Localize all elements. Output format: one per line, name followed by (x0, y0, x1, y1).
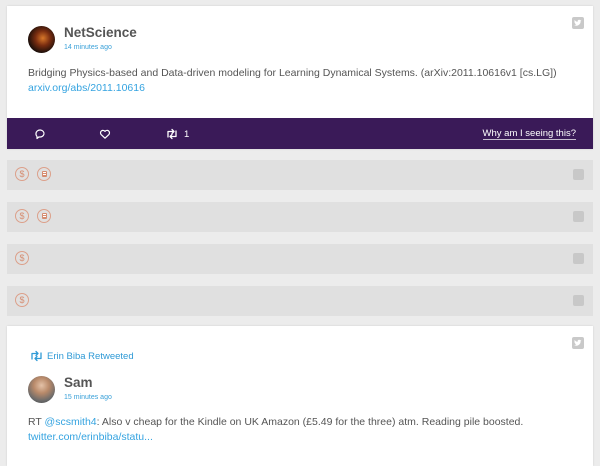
twitter-bird-icon (573, 169, 584, 180)
collapsed-tweet-row[interactable]: $ (7, 286, 593, 316)
twitter-bird-icon (572, 337, 584, 349)
tweet-body-prefix: RT (28, 416, 45, 428)
tweet-action-bar: 1 Why am I seeing this? (7, 118, 593, 149)
tweet-text: RT @scsmith4: Also v cheap for the Kindl… (28, 415, 573, 445)
avatar[interactable] (28, 25, 55, 53)
retweet-button[interactable]: 1 (165, 127, 189, 141)
document-icon (37, 167, 51, 181)
tweet-body: : Also v cheap for the Kindle on UK Amaz… (96, 416, 524, 428)
dollar-icon: $ (15, 167, 29, 181)
collapsed-tweet-row[interactable]: $ (7, 160, 593, 190)
why-am-i-seeing-this-link[interactable]: Why am I seeing this? (482, 128, 576, 140)
avatar[interactable] (28, 375, 55, 403)
retweeted-by-label: Erin Biba Retweeted (47, 350, 134, 362)
heart-icon (99, 129, 111, 139)
twitter-bird-icon (573, 253, 584, 264)
tweet-body: Bridging Physics-based and Data-driven m… (28, 67, 557, 79)
retweeted-by[interactable]: Erin Biba Retweeted (29, 350, 134, 362)
mention-link[interactable]: @scsmith4 (45, 416, 97, 428)
tweet-timestamp[interactable]: 14 minutes ago (64, 43, 137, 53)
retweet-count: 1 (184, 128, 190, 140)
dollar-icon: $ (15, 293, 29, 307)
tweet-author[interactable]: Sam 15 minutes ago (28, 375, 112, 403)
reply-button[interactable] (34, 127, 46, 141)
reply-icon (35, 129, 45, 140)
dollar-icon: $ (15, 251, 29, 265)
twitter-bird-icon (573, 295, 584, 306)
tweet-card: NetScience 14 minutes ago Bridging Physi… (7, 6, 593, 149)
collapsed-tweet-row[interactable]: $ (7, 244, 593, 274)
retweet-icon (31, 350, 42, 362)
like-button[interactable] (99, 127, 111, 141)
author-name[interactable]: NetScience (64, 25, 137, 41)
document-icon (37, 209, 51, 223)
dollar-icon: $ (15, 209, 29, 223)
collapsed-tweet-row[interactable]: $ (7, 202, 593, 232)
tweet-author[interactable]: NetScience 14 minutes ago (28, 25, 137, 53)
tweet-link[interactable]: twitter.com/erinbiba/statu... (28, 431, 153, 443)
author-name[interactable]: Sam (64, 375, 112, 391)
tweet-link[interactable]: arxiv.org/abs/2011.10616 (28, 82, 145, 94)
twitter-bird-icon (573, 211, 584, 222)
tweet-text: Bridging Physics-based and Data-driven m… (28, 66, 573, 96)
tweet-timestamp[interactable]: 15 minutes ago (64, 393, 112, 403)
tweet-card: Erin Biba Retweeted Sam 15 minutes ago R… (7, 326, 593, 466)
twitter-bird-icon (572, 17, 584, 29)
retweet-icon (167, 128, 177, 140)
